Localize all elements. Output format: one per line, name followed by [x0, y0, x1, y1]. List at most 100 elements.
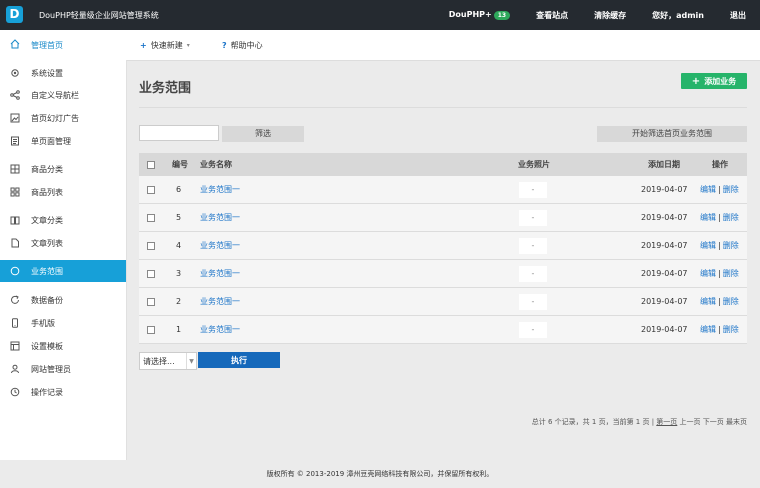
separator: | [718, 185, 721, 194]
row-checkbox[interactable] [147, 213, 155, 222]
sidebar-item-custom-nav[interactable]: 自定义导航栏 [0, 84, 126, 106]
sidebar-item-article-list[interactable]: 文章列表 [0, 232, 126, 254]
sidebar-item-template[interactable]: 设置模板 [0, 335, 126, 357]
row-name-link[interactable]: 业务范围一 [200, 232, 240, 259]
clear-cache-link[interactable]: 清除缓存 [594, 10, 626, 21]
next-page-link[interactable]: 下一页 [703, 418, 724, 426]
sidebar-item-admins[interactable]: 网站管理员 [0, 358, 126, 380]
chevron-down-icon: ▼ [186, 353, 196, 369]
sidebar-item-product-category[interactable]: 商品分类 [0, 158, 126, 180]
grid-icon [10, 164, 20, 174]
edit-link[interactable]: 编辑 [700, 240, 716, 251]
separator: | [718, 297, 721, 306]
row-photo: - [519, 181, 547, 198]
quick-new-label: 快速新建 [150, 40, 183, 50]
table-header: 编号 业务名称 业务照片 添加日期 操作 [139, 153, 747, 176]
row-checkbox[interactable] [147, 297, 155, 306]
pagination: 总计 6 个记录，共 1 页，当前第 1 页 | 第一页 上一页 下一页 最末页 [532, 417, 747, 427]
plus-icon: + [691, 75, 701, 87]
delete-link[interactable]: 删除 [723, 212, 739, 223]
view-site-link[interactable]: 查看站点 [536, 10, 568, 21]
sidebar-item-article-category[interactable]: 文章分类 [0, 209, 126, 231]
batch-action-select[interactable]: 请选择... ▼ [139, 352, 197, 370]
douphp-plus-label: DouPHP+ [448, 10, 492, 19]
row-name-link[interactable]: 业务范围一 [200, 316, 240, 343]
add-business-label: 添加业务 [704, 76, 737, 86]
row-id: 4 [176, 241, 182, 250]
batch-action-value: 请选择... [143, 356, 175, 366]
row-name-link[interactable]: 业务范围一 [200, 176, 240, 203]
sidebar-item-slideshow[interactable]: 首页幻灯广告 [0, 107, 126, 129]
row-checkbox[interactable] [147, 269, 155, 278]
delete-link[interactable]: 删除 [723, 296, 739, 307]
sidebar-item-label: 商品列表 [31, 187, 63, 197]
separator: | [718, 325, 721, 334]
row-name-link[interactable]: 业务范围一 [200, 260, 240, 287]
circle-icon [10, 266, 20, 276]
main-content: 业务范围 + 添加业务 筛选 开始筛选首页业务范围 编号 业务名称 业务照片 添… [127, 60, 760, 460]
home-filter-button[interactable]: 开始筛选首页业务范围 [597, 126, 747, 142]
edit-link[interactable]: 编辑 [700, 184, 716, 195]
sub-bar: 管理首页 + 快速新建 ▾ ? 帮助中心 [0, 30, 760, 61]
sidebar-item-label: 系统设置 [31, 68, 63, 78]
sidebar-item-product-list[interactable]: 商品列表 [0, 181, 126, 203]
row-checkbox[interactable] [147, 241, 155, 250]
help-center-link[interactable]: ? 帮助中心 [222, 30, 263, 60]
file-icon [10, 238, 20, 248]
sidebar-item-label: 单页面管理 [31, 136, 71, 146]
help-center-label: 帮助中心 [230, 40, 263, 50]
filter-button[interactable]: 筛选 [222, 126, 304, 142]
filter-input[interactable] [139, 125, 219, 141]
row-date: 2019-04-07 [641, 241, 688, 250]
footer: 版权所有 © 2013-2019 漳州豆壳网络科技有限公司，并保留所有权利。 [0, 460, 760, 488]
gear-icon [10, 68, 20, 78]
row-checkbox[interactable] [147, 325, 155, 334]
row-name-link[interactable]: 业务范围一 [200, 288, 240, 315]
clock-icon [10, 387, 20, 397]
last-page-link[interactable]: 最末页 [726, 418, 747, 426]
row-id: 2 [176, 297, 182, 306]
logo[interactable]: D [6, 6, 23, 23]
edit-link[interactable]: 编辑 [700, 324, 716, 335]
template-icon [10, 341, 20, 351]
row-name-link[interactable]: 业务范围一 [200, 204, 240, 231]
delete-link[interactable]: 删除 [723, 324, 739, 335]
quick-new-menu[interactable]: + 快速新建 ▾ [140, 30, 190, 60]
sidebar-item-mobile[interactable]: 手机版 [0, 312, 126, 334]
user-greeting[interactable]: 您好，admin [652, 10, 704, 21]
chevron-down-icon: ▾ [186, 41, 190, 49]
delete-link[interactable]: 删除 [723, 240, 739, 251]
add-business-button[interactable]: + 添加业务 [681, 73, 747, 89]
edit-link[interactable]: 编辑 [700, 268, 716, 279]
table-row: 5 业务范围一 - 2019-04-07 编辑 | 删除 [139, 204, 747, 232]
top-right-menu: DouPHP+ 13 查看站点 清除缓存 您好，admin 退出 [449, 0, 746, 30]
delete-link[interactable]: 删除 [723, 184, 739, 195]
user-icon [10, 364, 20, 374]
douphp-plus-link[interactable]: DouPHP+ 13 [448, 10, 511, 20]
sidebar-item-pages[interactable]: 单页面管理 [0, 130, 126, 152]
plus-icon: + [140, 40, 147, 50]
nav-home-label: 管理首页 [31, 40, 63, 50]
row-checkbox[interactable] [147, 185, 155, 194]
delete-link[interactable]: 删除 [723, 268, 739, 279]
select-all-checkbox[interactable] [147, 160, 155, 169]
edit-link[interactable]: 编辑 [700, 296, 716, 307]
copyright-text: 版权所有 © 2013-2019 漳州豆壳网络科技有限公司，并保留所有权利。 [266, 470, 494, 478]
sidebar-item-backup[interactable]: 数据备份 [0, 289, 126, 311]
page-title: 业务范围 [139, 81, 192, 96]
image-icon [10, 113, 20, 123]
edit-link[interactable]: 编辑 [700, 212, 716, 223]
divider [139, 107, 747, 108]
nav-home[interactable]: 管理首页 [0, 30, 126, 60]
logout-link[interactable]: 退出 [730, 10, 746, 21]
prev-page-link[interactable]: 上一页 [680, 418, 701, 426]
business-table: 编号 业务名称 业务照片 添加日期 操作 6 业务范围一 - 2019-04-0… [139, 153, 747, 344]
sidebar-item-business-scope[interactable]: 业务范围 [0, 260, 126, 282]
row-date: 2019-04-07 [641, 185, 688, 194]
row-id: 5 [176, 213, 182, 222]
sidebar-item-logs[interactable]: 操作记录 [0, 381, 126, 403]
execute-button[interactable]: 执行 [198, 352, 280, 368]
sidebar-item-system-settings[interactable]: 系统设置 [0, 62, 126, 84]
sidebar-item-label: 文章分类 [31, 215, 63, 225]
first-page-link[interactable]: 第一页 [656, 418, 677, 426]
